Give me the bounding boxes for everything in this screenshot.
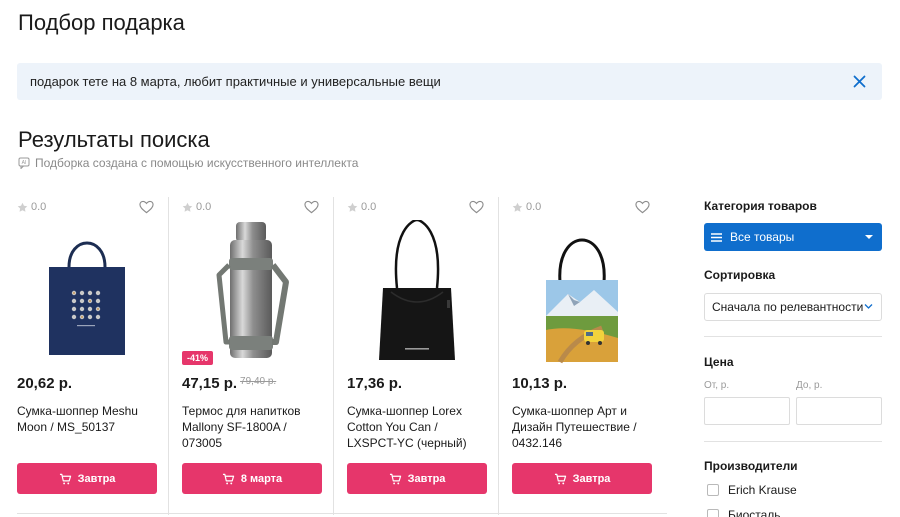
product-card[interactable]: 0.0 10,13 р. Сумка-шоппер Арт и Дизайн П… <box>499 197 664 515</box>
category-label: Категория товаров <box>704 199 817 213</box>
navy-tote-bag-image <box>48 241 125 355</box>
add-to-cart-button[interactable]: Завтра <box>347 463 487 494</box>
divider <box>17 513 667 514</box>
delivery-label: Завтра <box>77 472 116 485</box>
delivery-label: Завтра <box>572 472 611 485</box>
manufacturer-option[interactable]: Биосталь <box>707 508 781 517</box>
sort-select[interactable]: Сначала по релевантности <box>704 293 882 321</box>
price-from-label: От, р. <box>704 380 730 391</box>
cart-icon <box>389 473 401 484</box>
discount-badge: -41% <box>182 351 214 365</box>
price-row: 47,15 р. 79,40 р. <box>182 375 276 392</box>
page-title: Подбор подарка <box>18 10 185 35</box>
delivery-label: 8 марта <box>240 472 283 485</box>
product-name[interactable]: Сумка-шоппер Lorex Cotton You Can / LXSP… <box>347 403 489 451</box>
cart-icon <box>59 473 71 484</box>
landscape-tote-bag-image <box>545 238 618 363</box>
add-to-cart-button[interactable]: Завтра <box>17 463 157 494</box>
black-tote-bag-image <box>378 219 455 360</box>
product-card[interactable]: 0.0 -41% 47,15 р. 79,40 р. Термос для на… <box>169 197 334 515</box>
heart-icon[interactable] <box>635 200 650 214</box>
manufacturer-name: Erich Krause <box>728 483 797 497</box>
price: 20,62 р. <box>17 375 73 392</box>
rating: 0.0 <box>347 201 376 213</box>
heart-icon[interactable] <box>139 200 154 214</box>
rating: 0.0 <box>17 201 46 213</box>
chevron-down-icon <box>864 304 873 309</box>
price: 10,13 р. <box>512 375 568 392</box>
ai-chat-icon: AI <box>18 157 30 169</box>
price-row: 10,13 р. <box>512 375 567 392</box>
heart-icon[interactable] <box>469 200 484 214</box>
steel-thermos-image <box>216 221 289 358</box>
svg-text:AI: AI <box>22 160 27 166</box>
cart-icon <box>222 473 234 484</box>
checkbox[interactable] <box>707 509 719 517</box>
checkbox[interactable] <box>707 484 719 496</box>
product-grid: 0.0 20,62 р. Сумка-шоппер Meshu Moon / M… <box>4 197 667 515</box>
ai-note-text: Подборка создана с помощью искусственног… <box>35 156 359 170</box>
product-image[interactable] <box>24 217 149 367</box>
rating-value: 0.0 <box>31 201 47 213</box>
product-image[interactable] <box>354 217 479 367</box>
manufacturers-label: Производители <box>704 459 798 473</box>
heart-icon[interactable] <box>304 200 319 214</box>
results-title: Результаты поиска <box>18 127 210 152</box>
product-name[interactable]: Сумка-шоппер Meshu Moon / MS_50137 <box>17 403 159 435</box>
add-to-cart-button[interactable]: 8 марта <box>182 463 322 494</box>
sort-label: Сортировка <box>704 268 776 282</box>
rating: 0.0 <box>512 201 541 213</box>
price-row: 20,62 р. <box>17 375 72 392</box>
star-icon <box>512 202 523 212</box>
price-row: 17,36 р. <box>347 375 402 392</box>
delivery-label: Завтра <box>407 472 446 485</box>
menu-icon <box>711 232 722 242</box>
divider <box>704 441 882 442</box>
price: 17,36 р. <box>347 375 403 392</box>
product-image[interactable] <box>189 217 314 367</box>
product-image[interactable] <box>519 217 644 367</box>
old-price: 79,40 р. <box>240 376 277 387</box>
rating: 0.0 <box>182 201 211 213</box>
add-to-cart-button[interactable]: Завтра <box>512 463 652 494</box>
ai-note: AI Подборка создана с помощью искусствен… <box>18 156 358 170</box>
search-query-text[interactable]: подарок тете на 8 марта, любит практичны… <box>30 74 441 89</box>
product-card[interactable]: 0.0 17,36 р. Сумка-шоппер Lorex Cotton Y… <box>334 197 499 515</box>
rating-value: 0.0 <box>361 201 377 213</box>
divider <box>704 336 882 337</box>
rating-value: 0.0 <box>196 201 212 213</box>
cart-icon <box>554 473 566 484</box>
price: 47,15 р. <box>182 375 238 392</box>
manufacturer-option[interactable]: Erich Krause <box>707 483 797 497</box>
category-value: Все товары <box>730 230 795 244</box>
search-query-bar[interactable]: подарок тете на 8 марта, любит практичны… <box>17 63 882 100</box>
manufacturer-name: Биосталь <box>728 508 781 517</box>
star-icon <box>17 202 28 212</box>
category-select[interactable]: Все товары <box>704 223 882 251</box>
rating-value: 0.0 <box>526 201 542 213</box>
product-name[interactable]: Термос для напитков Mallony SF-1800A / 0… <box>182 403 324 451</box>
caret-down-icon <box>865 235 873 239</box>
close-icon[interactable] <box>851 73 868 90</box>
price-label: Цена <box>704 355 734 369</box>
product-name[interactable]: Сумка-шоппер Арт и Дизайн Путешествие / … <box>512 403 654 451</box>
star-icon <box>182 202 193 212</box>
star-icon <box>347 202 358 212</box>
price-to-input[interactable] <box>796 397 882 425</box>
price-from-input[interactable] <box>704 397 790 425</box>
product-card[interactable]: 0.0 20,62 р. Сумка-шоппер Meshu Moon / M… <box>4 197 169 515</box>
sort-value: Сначала по релевантности <box>712 300 864 314</box>
price-to-label: До, р. <box>796 380 823 391</box>
